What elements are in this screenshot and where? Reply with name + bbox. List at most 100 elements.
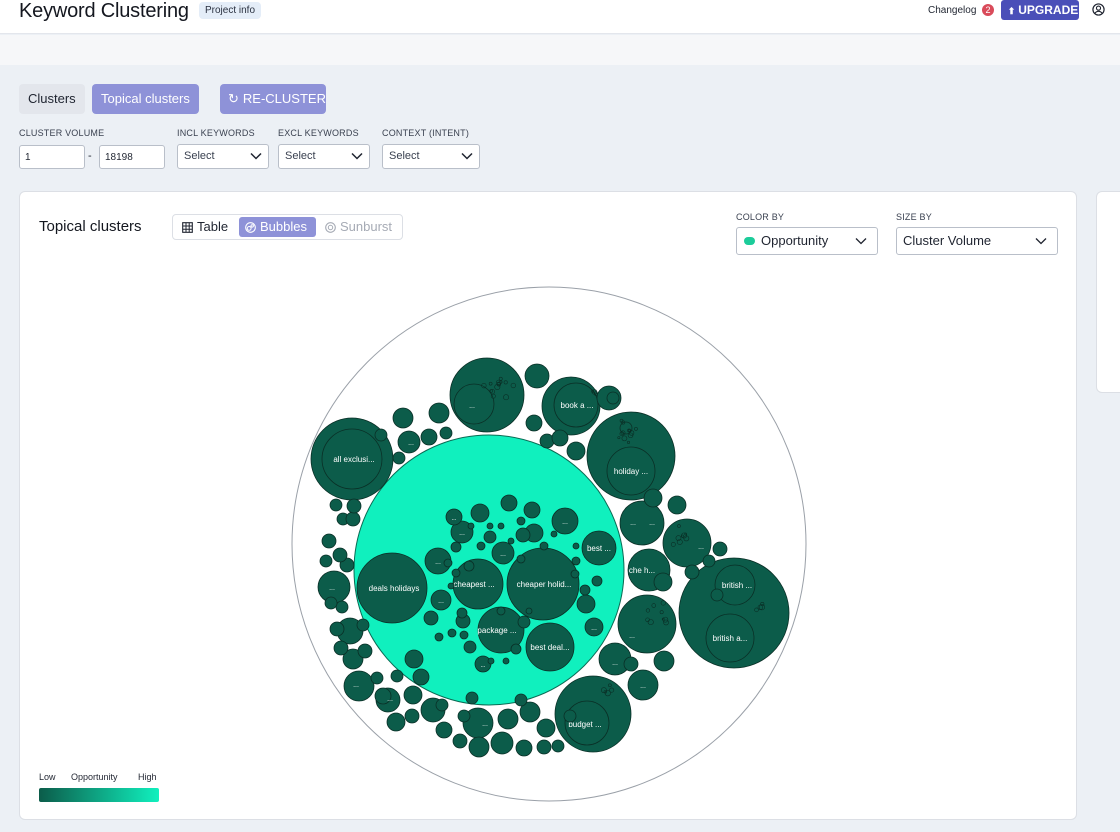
cluster-bubble-119[interactable] (712, 541, 728, 557)
cluster-bubble-17[interactable] (523, 501, 541, 519)
cluster-bubble-121[interactable] (710, 588, 724, 602)
tab-clusters[interactable]: Clusters (19, 84, 85, 114)
cluster-bubble-116[interactable] (392, 451, 406, 465)
cluster-bubble-73[interactable] (452, 733, 468, 749)
cluster-bubble-131[interactable] (356, 618, 370, 632)
cluster-bubble-39[interactable] (539, 541, 549, 551)
incl-keywords-select[interactable]: Select (177, 144, 269, 169)
cluster-bubble-29[interactable] (456, 607, 468, 619)
project-info-button[interactable]: Project info (199, 2, 262, 19)
cluster-bubble-86[interactable] (643, 488, 663, 508)
cluster-bubble-98[interactable] (420, 428, 438, 446)
volume-max-input[interactable] (99, 145, 165, 169)
cluster-bubble-99[interactable] (439, 426, 453, 440)
cluster-bubble-15[interactable] (500, 494, 518, 512)
cluster-bubble-88[interactable] (653, 572, 673, 592)
cluster-bubble-33[interactable] (434, 632, 444, 642)
cluster-bubble-72[interactable] (435, 721, 453, 739)
cluster-bubble-102[interactable] (412, 668, 430, 686)
cluster-bubble-70[interactable] (403, 685, 423, 705)
cluster-bubble-24[interactable] (463, 640, 477, 654)
cluster-bubble-38[interactable] (516, 554, 526, 564)
cluster-bubble-90[interactable] (524, 363, 550, 389)
cluster-bubble-122[interactable] (684, 564, 700, 580)
cluster-bubble-44[interactable] (486, 522, 494, 530)
cluster-bubble-82[interactable] (551, 739, 565, 753)
cluster-bubble-113[interactable] (345, 511, 361, 527)
cluster-bubble-22[interactable] (515, 527, 531, 543)
cluster-bubble-60[interactable] (617, 594, 677, 654)
cluster-bubble-16[interactable] (470, 503, 490, 523)
cluster-bubble-114[interactable] (346, 498, 362, 514)
cluster-bubble-47[interactable] (507, 537, 515, 545)
cluster-bubble-50[interactable] (487, 657, 495, 665)
cluster-bubble-52[interactable] (525, 607, 533, 615)
cluster-bubble-30[interactable] (510, 643, 522, 655)
cluster-bubble-19[interactable] (576, 594, 596, 614)
cluster-bubble-108[interactable] (319, 554, 333, 568)
cluster-bubble-25[interactable] (483, 530, 497, 544)
cluster-bubble-77[interactable] (497, 708, 519, 730)
cluster-bubble-63[interactable] (619, 500, 665, 546)
cluster-bubble-127[interactable] (435, 698, 449, 712)
tab-topical-clusters[interactable]: Topical clusters (92, 84, 199, 114)
cluster-bubble-28[interactable] (450, 541, 462, 553)
cluster-bubble-26[interactable] (591, 575, 603, 587)
cluster-bubble-75[interactable] (468, 736, 490, 758)
cluster-bubble-35[interactable] (459, 630, 469, 640)
cluster-bubble-111[interactable] (329, 621, 345, 637)
cluster-bubble-20[interactable] (423, 610, 439, 626)
cluster-bubble-107[interactable] (332, 547, 348, 563)
cluster-bubble-126[interactable] (457, 709, 471, 723)
cluster-bubble-105[interactable] (335, 600, 349, 614)
cluster-bubble-103[interactable] (357, 643, 373, 659)
cluster-bubble-130[interactable] (370, 671, 384, 685)
changelog-link[interactable]: Changelog (928, 5, 976, 16)
cluster-bubble-85[interactable] (653, 650, 675, 672)
cluster-bubble-100[interactable] (374, 428, 388, 442)
cluster-bubble-55[interactable] (449, 357, 525, 433)
cluster-bubble-118[interactable] (623, 656, 639, 672)
cluster-bubble-129[interactable] (390, 669, 404, 683)
cluster-bubble-120[interactable] (702, 554, 716, 568)
upgrade-button[interactable]: ⬆ UPGRADE (1001, 0, 1079, 20)
cluster-bubble-46[interactable] (497, 522, 505, 530)
cluster-bubble-53[interactable] (447, 582, 455, 590)
cluster-bubble-51[interactable] (502, 657, 510, 665)
cluster-bubble-97[interactable] (566, 441, 586, 461)
cluster-bubble-49[interactable] (572, 542, 580, 550)
cluster-bubble-89[interactable] (596, 385, 622, 411)
cluster-bubble-31[interactable] (463, 560, 475, 572)
cluster-bubble-42[interactable] (516, 516, 526, 526)
cluster-bubble-27[interactable] (579, 584, 591, 596)
cluster-bubble-123[interactable] (563, 709, 577, 723)
volume-min-input[interactable] (19, 145, 85, 169)
cluster-bubble-94[interactable] (525, 414, 543, 432)
cluster-bubble-128[interactable] (404, 708, 420, 724)
cluster-bubble-45[interactable] (467, 522, 475, 530)
cluster-bubble-43[interactable] (571, 556, 581, 566)
cluster-bubble-87[interactable] (667, 495, 687, 515)
cluster-bubble-92[interactable] (392, 407, 414, 429)
cluster-bubble-32[interactable] (570, 569, 580, 579)
cluster-bubble-78[interactable] (515, 739, 533, 757)
cluster-bubble-40[interactable] (496, 606, 506, 616)
cluster-bubble-115[interactable] (329, 498, 343, 512)
cluster-bubble-36[interactable] (443, 558, 453, 568)
cluster-bubble-93[interactable] (428, 402, 450, 424)
user-icon[interactable] (1092, 3, 1105, 16)
cluster-bubble-37[interactable] (451, 568, 461, 578)
cluster-bubble-101[interactable] (404, 649, 424, 669)
cluster-bubble-96[interactable] (551, 429, 569, 447)
cluster-bubble-110[interactable] (324, 596, 338, 610)
cluster-bubble-109[interactable] (321, 533, 337, 549)
cluster-bubble-80[interactable] (536, 718, 556, 738)
cluster-bubble-81[interactable] (536, 739, 552, 755)
cluster-bubble-41[interactable] (476, 541, 486, 551)
excl-keywords-select[interactable]: Select (278, 144, 370, 169)
cluster-bubble-34[interactable] (447, 628, 457, 638)
cluster-bubble-124[interactable] (514, 693, 528, 707)
cluster-bubble-125[interactable] (465, 691, 479, 705)
context-intent-select[interactable]: Select (382, 144, 480, 169)
cluster-bubble-48[interactable] (550, 530, 558, 538)
